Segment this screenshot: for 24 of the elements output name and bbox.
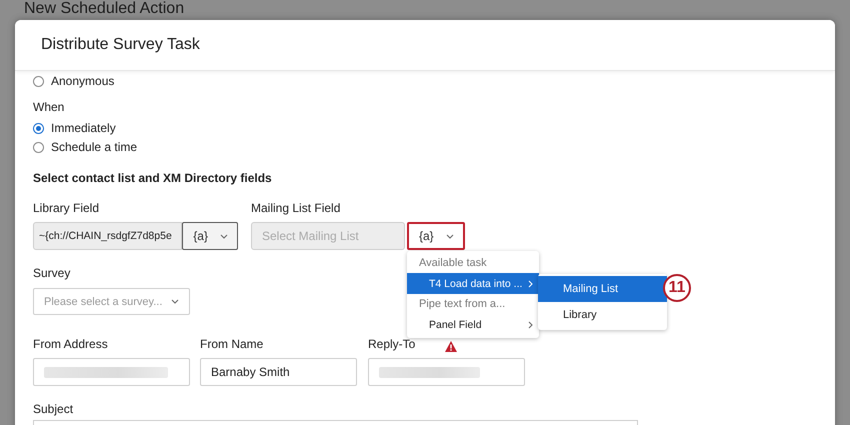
field-label: Reply-To bbox=[368, 336, 416, 352]
menu-header: Available task bbox=[418, 256, 488, 271]
field-label: When bbox=[33, 99, 66, 115]
from-name-field[interactable]: Barnaby Smith bbox=[200, 358, 357, 386]
menu-item[interactable]: T4 Load data into ... bbox=[407, 273, 539, 294]
field-label: Library Field bbox=[33, 200, 100, 216]
field-label: Subject bbox=[33, 401, 74, 417]
piped-text-button[interactable]: {a} bbox=[182, 222, 238, 250]
section-title: Select contact list and XM Directory fields bbox=[33, 170, 273, 186]
library-field[interactable]: ~{ch://CHAIN_rsdgfZ7d8p5e bbox=[33, 222, 182, 250]
radio-label: Anonymous bbox=[51, 73, 114, 89]
field-label: From Address bbox=[33, 336, 109, 352]
menu-item[interactable]: Panel Field bbox=[407, 314, 539, 335]
step-badge: 11 bbox=[663, 274, 691, 302]
radio-label: Schedule a time bbox=[51, 139, 138, 155]
dialog-title: Distribute Survey Task bbox=[41, 36, 200, 54]
field-label: Mailing List Field bbox=[251, 200, 342, 216]
menu-header: Pipe text from a... bbox=[418, 297, 506, 312]
field-label: From Name bbox=[200, 336, 264, 352]
menu-item[interactable]: Mailing List bbox=[538, 276, 667, 302]
field-label: Survey bbox=[33, 265, 72, 281]
radio-label: Immediately bbox=[51, 120, 116, 136]
menu-item[interactable]: Library bbox=[538, 302, 667, 328]
page-title: New Scheduled Action bbox=[24, 0, 184, 18]
